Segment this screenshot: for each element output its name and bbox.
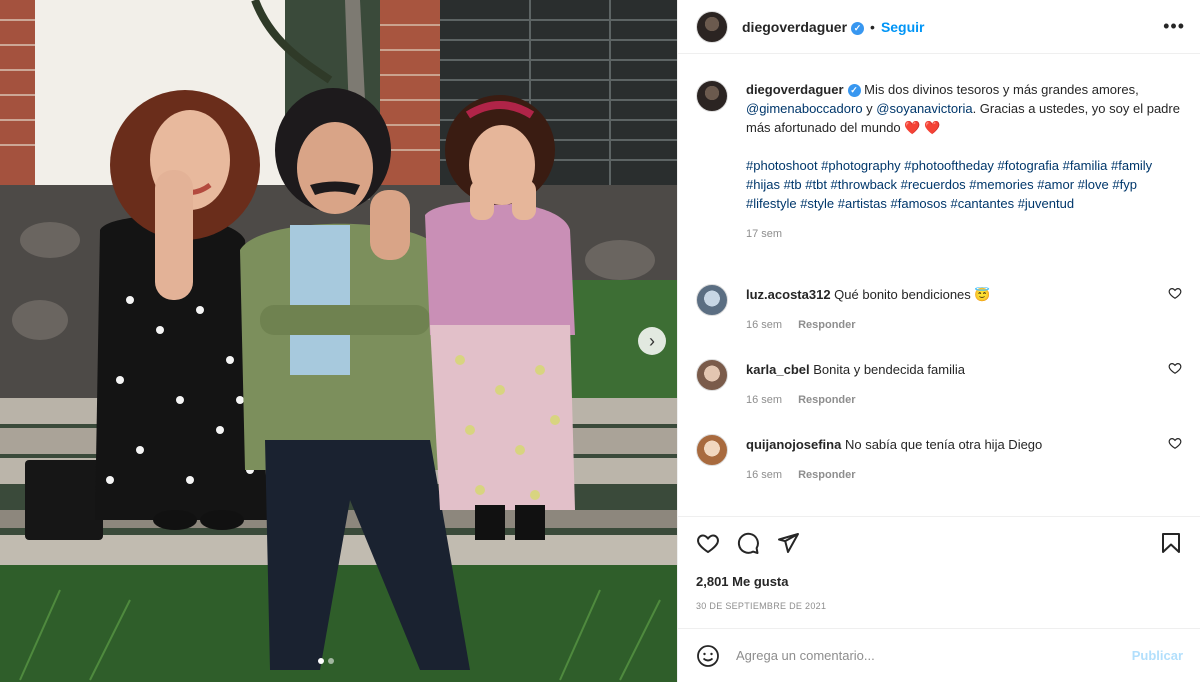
post-header: diegoverdaguer ✓ • Seguir ••• [678, 0, 1200, 54]
commenter-username[interactable]: karla_cbel [746, 362, 810, 377]
commenter-username[interactable]: quijanojosefina [746, 437, 841, 452]
chevron-right-icon: › [649, 331, 655, 351]
post-date: 30 DE SEPTIEMBRE DE 2021 [696, 601, 827, 611]
comment-time: 16 sem [746, 319, 783, 331]
mention-link[interactable]: @gimenaboccadoro [746, 101, 863, 116]
caption-hashtags[interactable]: #photoshoot #photography #photooftheday … [746, 156, 1186, 213]
bookmark-icon[interactable] [1159, 531, 1183, 555]
caption-text-before: Mis dos divinos tesoros y más grandes am… [864, 82, 1139, 97]
comment-item: luz.acosta312 Qué bonito bendiciones 😇 1… [696, 284, 1186, 334]
comment-text: Bonita y bendecida familia [813, 362, 965, 377]
reply-button[interactable]: Responder [798, 319, 855, 331]
action-icons [696, 531, 800, 555]
reply-button[interactable]: Responder [798, 394, 855, 406]
header-separator: • [870, 18, 875, 35]
caption-connector: y [862, 101, 877, 116]
commenter-avatar[interactable] [696, 284, 728, 316]
commenter-username[interactable]: luz.acosta312 [746, 287, 831, 302]
like-comment-heart-icon[interactable] [1168, 361, 1182, 375]
more-options-icon[interactable]: ••• [1163, 16, 1185, 37]
follow-button[interactable]: Seguir [881, 19, 925, 35]
comment-item: quijanojosefina No sabía que tenía otra … [696, 434, 1186, 484]
comment-time: 16 sem [746, 469, 783, 481]
save-button[interactable] [1159, 531, 1183, 560]
comment-body: karla_cbel Bonita y bendecida familia 16… [746, 361, 1186, 409]
verified-badge-icon: ✓ [847, 84, 861, 97]
carousel-dot-active [318, 658, 324, 664]
photo-illustration [0, 0, 677, 682]
caption-avatar[interactable] [696, 80, 728, 112]
post-actions: 2,801 Me gusta 30 DE SEPTIEMBRE DE 2021 [678, 516, 1200, 628]
comment-meta: 16 sem Responder [746, 316, 1186, 334]
caption-hearts: ❤️ ❤️ [904, 120, 941, 135]
comment-item: karla_cbel Bonita y bendecida familia 16… [696, 359, 1186, 409]
comment-text: No sabía que tenía otra hija Diego [844, 437, 1043, 452]
comment-time: 16 sem [746, 394, 783, 406]
commenter-avatar[interactable] [696, 359, 728, 391]
author-avatar[interactable] [696, 10, 728, 43]
add-comment-bar: Publicar [678, 628, 1200, 682]
post-caption: diegoverdaguer ✓ Mis dos divinos tesoros … [696, 80, 1186, 244]
author-username[interactable]: diegoverdaguer ✓ [742, 19, 865, 35]
likes-count[interactable]: 2,801 Me gusta [696, 574, 789, 589]
mention-link[interactable]: @soyanavictoria [876, 101, 972, 116]
like-comment-heart-icon[interactable] [1168, 286, 1182, 300]
heart-icon[interactable] [696, 531, 720, 555]
comment-body: luz.acosta312 Qué bonito bendiciones 😇 1… [746, 286, 1186, 334]
publish-button[interactable]: Publicar [1132, 648, 1183, 663]
post-side-panel: diegoverdaguer ✓ • Seguir ••• diegoverdag… [677, 0, 1200, 682]
like-comment-heart-icon[interactable] [1168, 436, 1182, 450]
comment-input[interactable] [736, 648, 1132, 663]
caption-time: 17 sem [746, 228, 783, 240]
comment-meta: 16 sem Responder [746, 391, 1186, 409]
carousel-indicator [318, 658, 334, 664]
reply-button[interactable]: Responder [798, 469, 855, 481]
caption-username[interactable]: diegoverdaguer ✓ [746, 82, 861, 97]
carousel-dot [328, 658, 334, 664]
share-icon[interactable] [776, 531, 800, 555]
emoji-icon[interactable] [696, 644, 720, 668]
comment-meta: 16 sem Responder [746, 466, 1186, 484]
commenter-avatar[interactable] [696, 434, 728, 466]
carousel-next-button[interactable]: › [638, 327, 666, 355]
post-photo[interactable]: › [0, 0, 677, 682]
comment-text: Qué bonito bendiciones 😇 [834, 287, 991, 302]
comment-icon[interactable] [736, 531, 760, 555]
comments-section[interactable]: diegoverdaguer ✓ Mis dos divinos tesoros … [678, 54, 1200, 516]
comment-body: quijanojosefina No sabía que tenía otra … [746, 436, 1186, 484]
verified-badge-icon: ✓ [851, 21, 865, 35]
caption-body: diegoverdaguer ✓ Mis dos divinos tesoros … [746, 80, 1186, 244]
